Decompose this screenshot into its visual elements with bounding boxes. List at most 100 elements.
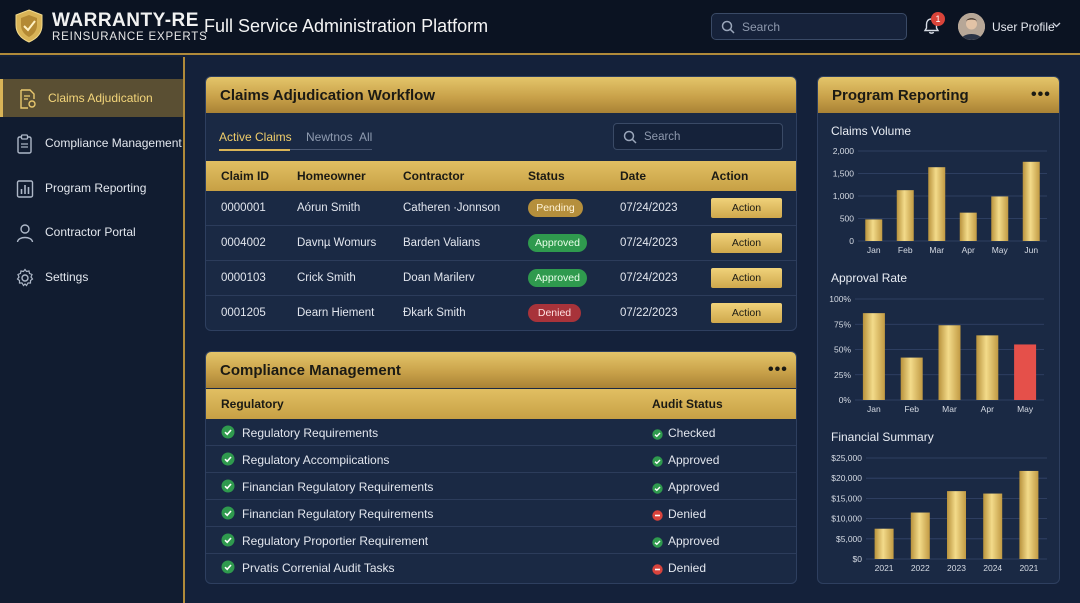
y-tick-label: 0%	[839, 395, 852, 405]
column-header[interactable]: Status	[528, 169, 565, 183]
audit-status: Approved	[668, 534, 720, 548]
y-tick-label: 1,000	[833, 191, 855, 201]
search-icon	[623, 130, 637, 144]
list-item[interactable]: Regulatory Proportier Requirement Approve…	[206, 527, 796, 554]
x-tick-label: 2021	[875, 563, 894, 573]
chart-bar	[991, 196, 1009, 241]
action-button[interactable]: Action	[711, 198, 782, 218]
x-tick-label: Mar	[929, 245, 944, 255]
list-item[interactable]: Regulatory Accompiications Approved	[206, 446, 796, 473]
table-row[interactable]: 0001205 Dearn Hiement Ðkark Smith Denied…	[206, 296, 796, 330]
y-tick-label: 75%	[834, 319, 851, 329]
contractor: Ðkark Smith	[403, 307, 466, 319]
panel-title: Claims Adjudication Workflow	[220, 87, 436, 104]
x-tick-label: May	[992, 245, 1009, 255]
chart-bar	[865, 219, 883, 241]
action-button[interactable]: Action	[711, 268, 782, 288]
chart-title-claims-volume: Claims Volume	[831, 124, 912, 138]
column-header[interactable]: Date	[620, 169, 646, 183]
claims-search-input[interactable]	[644, 128, 776, 146]
claim-id: 0001205	[221, 307, 266, 319]
action-button[interactable]: Action	[711, 233, 782, 253]
column-header[interactable]: Homeowner	[297, 169, 366, 183]
action-button[interactable]: Action	[711, 303, 782, 323]
x-tick-label: Jun	[1024, 245, 1038, 255]
contractor: Catheren ∙Jonnson	[403, 202, 501, 214]
sidebar-item-compliance-management[interactable]: Compliance Management	[0, 124, 183, 162]
y-tick-label: $25,000	[831, 453, 862, 463]
claims-volume-chart: 2,000 1,500 1,000 500 0 Jan Feb Mar Apr May Jun	[833, 146, 1047, 255]
compliance-panel: Compliance Management ••• Regulatory Aud…	[205, 351, 797, 584]
claim-id: 0000001	[221, 202, 266, 214]
avatar[interactable]	[958, 13, 985, 40]
clipboard-icon	[17, 134, 32, 154]
audit-status: Approved	[668, 480, 720, 494]
program-reporting-panel: Program Reporting ••• Claims Volume 2,00…	[817, 76, 1060, 584]
brand-name: WARRANTY-RE	[52, 10, 199, 31]
panel-title: Program Reporting	[832, 87, 969, 104]
sidebar-item-settings[interactable]: Settings	[0, 258, 183, 296]
y-tick-label: $20,000	[831, 473, 862, 483]
x-tick-label: Mar	[942, 404, 957, 414]
list-item[interactable]: Financian Regulatory Requirements Approve…	[206, 473, 796, 500]
column-header[interactable]: Audit Status	[652, 397, 723, 411]
list-item[interactable]: Regulatory Requirements Checked	[206, 419, 796, 446]
claim-date: 07/24/2023	[620, 237, 678, 249]
global-search-input[interactable]	[742, 18, 900, 36]
check-circle-icon	[221, 452, 235, 471]
more-options-icon[interactable]: •••	[1031, 86, 1051, 104]
notification-badge: 1	[931, 12, 945, 26]
tab-newtnos[interactable]: Newtnos	[306, 130, 353, 144]
table-row[interactable]: 0000103 Crick Smith Doan Marilerv Approv…	[206, 261, 796, 296]
column-header[interactable]: Regulatory	[221, 397, 284, 411]
column-header[interactable]: Contractor	[403, 169, 464, 183]
x-tick-label: Apr	[981, 404, 994, 414]
chart-bar	[983, 493, 1003, 559]
claim-id: 0004002	[221, 237, 266, 249]
regulatory-item-label: Prvatis Correnial Audit Tasks	[242, 561, 395, 575]
y-tick-label: 25%	[834, 370, 851, 380]
chevron-down-icon[interactable]	[1052, 22, 1061, 28]
more-options-icon[interactable]: •••	[768, 361, 788, 379]
table-row[interactable]: 0000001 Aórun Smith Catheren ∙Jonnson Pe…	[206, 191, 796, 226]
tab-all[interactable]: All	[359, 130, 372, 144]
regulatory-item-label: Regulatory Proportier Requirement	[242, 534, 429, 548]
top-bar: WARRANTY-RE REINSURANCE EXPERTS Full Ser…	[0, 0, 1080, 55]
user-profile-menu[interactable]: User Profile	[992, 20, 1055, 34]
homeowner: Davnµ Womurs	[297, 237, 377, 249]
sidebar-item-contractor-portal[interactable]: Contractor Portal	[0, 213, 183, 251]
document-gear-icon	[20, 89, 36, 109]
global-search[interactable]	[711, 13, 907, 40]
sidebar-item-claims-adjudication[interactable]: Claims Adjudication	[0, 79, 183, 117]
chart-bar	[938, 325, 961, 400]
claims-table-header: Claim ID Homeowner Contractor Status Dat…	[206, 161, 796, 191]
contractor: Barden Valians	[403, 237, 481, 249]
chart-bar	[947, 491, 966, 559]
app-title: Full Service Administration Platform	[204, 16, 489, 36]
financial-summary-chart: $25,000 $20,000 $15,000 $10,000 $5,000 $0 2021…	[831, 453, 1047, 573]
claims-search[interactable]	[613, 123, 783, 150]
chart-bar	[1019, 470, 1039, 559]
contractor: Doan Marilerv	[403, 272, 475, 284]
claims-workflow-panel: Claims Adjudication Workflow Active Clai…	[205, 76, 797, 331]
table-row[interactable]: 0004002 Davnµ Womurs Barden Valians Appr…	[206, 226, 796, 261]
column-header[interactable]: Claim ID	[221, 169, 269, 183]
brand-logo[interactable]: WARRANTY-RE REINSURANCE EXPERTS	[14, 9, 207, 47]
gear-icon	[16, 268, 34, 287]
tab-active-claims[interactable]: Active Claims	[219, 130, 292, 144]
compliance-table-header: Regulatory Audit Status	[206, 389, 796, 419]
sidebar-item-program-reporting[interactable]: Program Reporting	[0, 169, 183, 207]
shield-logo-icon	[15, 9, 43, 43]
y-tick-label: $15,000	[831, 493, 862, 503]
column-header[interactable]: Action	[711, 169, 748, 183]
approved-status-icon	[652, 454, 663, 472]
list-item[interactable]: Financian Regulatory Requirements Denied	[206, 500, 796, 527]
panel-title: Compliance Management	[220, 362, 401, 379]
y-tick-label: 2,000	[833, 146, 855, 156]
audit-status: Checked	[668, 426, 716, 440]
list-item[interactable]: Prvatis Correnial Audit Tasks Denied	[206, 554, 796, 581]
approved-status-icon	[652, 427, 663, 445]
sidebar: Claims Adjudication Compliance Managemen…	[0, 57, 185, 603]
regulatory-item-label: Regulatory Accompiications	[242, 453, 390, 467]
chart-bar	[900, 357, 923, 400]
